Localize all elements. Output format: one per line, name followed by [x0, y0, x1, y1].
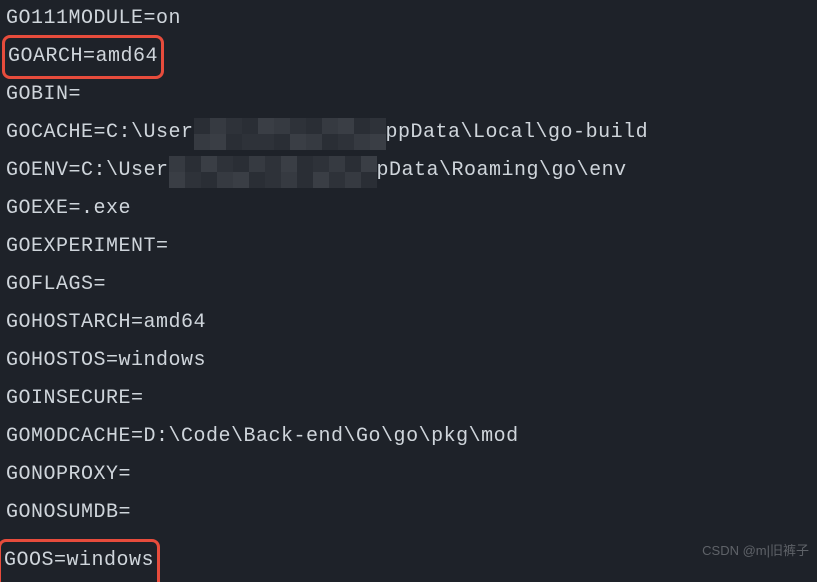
env-line-goexperiment: GOEXPERIMENT=	[6, 228, 817, 266]
env-line-gobin: GOBIN=	[6, 76, 817, 114]
env-line-gocache: GOCACHE=C:\User ppData\Local\go-build	[6, 114, 817, 152]
env-text: GO111MODULE=on	[6, 0, 181, 38]
env-line-go111module: GO111MODULE=on	[6, 0, 817, 38]
env-line-gonosumdb: GONOSUMDB=	[6, 494, 817, 532]
env-text-suffix: pData\Roaming\go\env	[377, 152, 627, 190]
env-line-gohostarch: GOHOSTARCH=amd64	[6, 304, 817, 342]
env-text: GOOS=windows	[4, 549, 154, 572]
env-text: GOHOSTOS=windows	[6, 342, 206, 380]
highlight-goos: GOOS=windows	[0, 539, 160, 582]
env-text: GONOSUMDB=	[6, 494, 131, 532]
redacted-username-1	[194, 116, 386, 150]
env-text: GOHOSTARCH=amd64	[6, 304, 206, 342]
env-line-goinsecure: GOINSECURE=	[6, 380, 817, 418]
env-text-suffix: ppData\Local\go-build	[386, 114, 649, 152]
watermark-text: CSDN @m|旧裤子	[702, 543, 809, 558]
env-text: GONOPROXY=	[6, 456, 131, 494]
env-line-gomodcache: GOMODCACHE=D:\Code\Back-end\Go\go\pkg\mo…	[6, 418, 817, 456]
env-line-goos: GOOS=windows	[2, 541, 160, 579]
env-line-goexe: GOEXE=.exe	[6, 190, 817, 228]
env-text: GOFLAGS=	[6, 266, 106, 304]
env-text: GOINSECURE=	[6, 380, 144, 418]
env-line-goenv: GOENV=C:\User pData\Roaming\go\env	[6, 152, 817, 190]
watermark: CSDN @m|旧裤子	[702, 532, 809, 570]
env-text: GOBIN=	[6, 76, 81, 114]
env-text: GOEXE=.exe	[6, 190, 131, 228]
highlight-goarch: GOARCH=amd64	[2, 35, 164, 79]
env-text-prefix: GOCACHE=C:\User	[6, 114, 194, 152]
env-line-goflags: GOFLAGS=	[6, 266, 817, 304]
redacted-username-2	[169, 154, 377, 188]
env-line-goarch: GOARCH=amd64	[6, 38, 817, 76]
env-line-gohostos: GOHOSTOS=windows	[6, 342, 817, 380]
env-text: GOMODCACHE=D:\Code\Back-end\Go\go\pkg\mo…	[6, 418, 519, 456]
env-text-prefix: GOENV=C:\User	[6, 152, 169, 190]
env-text: GOARCH=amd64	[8, 45, 158, 68]
env-line-gonoproxy: GONOPROXY=	[6, 456, 817, 494]
env-text: GOEXPERIMENT=	[6, 228, 169, 266]
